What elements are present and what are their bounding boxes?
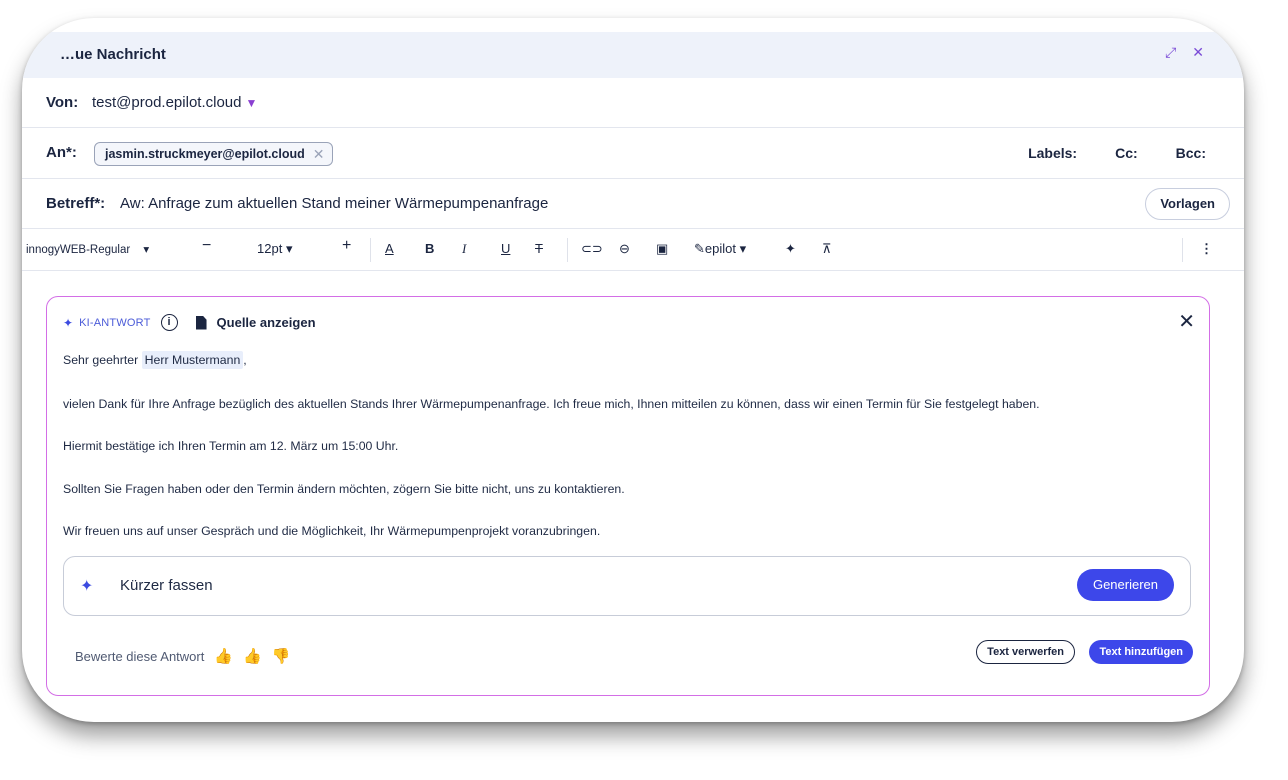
subject-row: Betreff*: Aw: Anfrage zum aktuellen Stan… [22, 179, 1244, 229]
window-title: …ue Nachricht [60, 46, 166, 63]
prompt-input[interactable]: Kürzer fassen [120, 577, 213, 594]
generate-button[interactable]: Generieren [1076, 569, 1174, 601]
greeting-line[interactable]: Sehr geehrter Herr Mustermann, [63, 351, 247, 369]
strikethrough-icon[interactable]: T [535, 241, 543, 257]
sparkle-icon: ✦ [80, 578, 94, 595]
compose-window: …ue Nachricht ⤢ ✕ Von: test@prod.epilot.… [22, 18, 1244, 722]
from-select[interactable]: test@prod.epilot.cloud ▼ [92, 94, 257, 111]
formatting-toolbar: innogyWEB-Regular ▾ − 12pt ▾ + A B I U T… [22, 229, 1244, 271]
cc-link[interactable]: Cc: [1115, 145, 1138, 161]
clear-format-icon[interactable]: ⊼ [822, 241, 832, 257]
close-ai-panel-icon[interactable]: ✕ [1178, 309, 1195, 334]
greeting-prefix: Sehr geehrter [63, 353, 139, 367]
link-icon[interactable]: ⊖ [619, 241, 630, 257]
answer-paragraph[interactable]: Hiermit bestätige ich Ihren Termin am 12… [63, 439, 398, 453]
recipient-chip[interactable]: jasmin.struckmeyer@epilot.cloud ✕ [94, 142, 334, 166]
title-bar [22, 32, 1244, 78]
add-text-button[interactable]: Text hinzufügen [1089, 640, 1193, 664]
discard-text-button[interactable]: Text verwerfen [976, 640, 1075, 664]
subject-field[interactable]: Aw: Anfrage zum aktuellen Stand meiner W… [120, 195, 548, 212]
image-icon[interactable]: ▣ [656, 241, 668, 257]
header-links: Labels: Cc: Bcc: [990, 145, 1206, 161]
increase-size-icon[interactable]: + [342, 238, 351, 254]
caret-down-icon: ▾ [285, 241, 293, 256]
labels-link[interactable]: Labels: [1028, 145, 1077, 161]
ai-answer-panel: ✦ KI-ANTWORT i Quelle anzeigen ✕ Sehr ge… [46, 296, 1210, 696]
font-size-select[interactable]: 12pt ▾ [257, 241, 292, 257]
chevron-down-icon: ▼ [245, 96, 258, 110]
ai-answer-tag: KI-ANTWORT [79, 316, 151, 329]
toolbar-divider [370, 238, 371, 262]
bold-icon[interactable]: B [425, 241, 434, 257]
greeting-name: Herr Mustermann [141, 351, 244, 369]
recipient-email: jasmin.struckmeyer@epilot.cloud [105, 147, 305, 161]
caret-down-icon: ▾ [739, 241, 747, 256]
toolbar-divider [1182, 238, 1183, 262]
toolbar-divider [567, 238, 568, 262]
from-value: test@prod.epilot.cloud [92, 94, 242, 111]
expand-icon[interactable]: ⤢ [1165, 44, 1176, 61]
answer-paragraph[interactable]: Wir freuen uns auf unser Gespräch und di… [63, 524, 600, 538]
font-family-select[interactable]: innogyWEB-Regular ▾ [26, 242, 149, 258]
window-controls: ⤢ ✕ [1165, 44, 1204, 61]
subject-label: Betreff*: [46, 195, 106, 212]
italic-icon[interactable]: I [462, 241, 466, 257]
bcc-link[interactable]: Bcc: [1176, 145, 1206, 161]
decrease-size-icon[interactable]: − [202, 238, 211, 254]
screenshot-stage: …ue Nachricht ⤢ ✕ Von: test@prod.epilot.… [0, 0, 1288, 780]
ai-wand-icon[interactable]: ✦ [785, 241, 796, 257]
more-options-icon[interactable]: ⋮ [1200, 241, 1213, 257]
thumbs-up-icon[interactable]: 👍 [243, 647, 262, 665]
close-icon[interactable]: ✕ [1192, 44, 1204, 61]
rating-row: Bewerte diese Antwort 👍 👍 👎 [75, 647, 290, 665]
sparkle-icon: ✦ [63, 315, 74, 330]
thumbs-down-icon[interactable]: 👎 [272, 647, 291, 665]
rate-label: Bewerte diese Antwort [75, 648, 205, 664]
double-thumbs-up-icon[interactable]: 👍 [214, 647, 233, 665]
signature-value: epilot [704, 241, 736, 256]
signature-select[interactable]: ✎epilot ▾ [694, 241, 746, 257]
info-icon[interactable]: i [160, 314, 178, 331]
show-source-link[interactable]: Quelle anzeigen [217, 315, 316, 330]
remove-recipient-icon[interactable]: ✕ [313, 143, 325, 165]
to-label: An*: [46, 144, 77, 161]
templates-button[interactable]: Vorlagen [1145, 188, 1230, 220]
text-color-icon[interactable]: A [385, 241, 394, 257]
answer-paragraph[interactable]: Sollten Sie Fragen haben oder den Termin… [63, 482, 625, 496]
prompt-input-box[interactable]: ✦ Kürzer fassen Generieren [63, 556, 1191, 616]
greeting-suffix: , [243, 353, 247, 367]
font-size-value: 12pt [257, 241, 283, 256]
answer-paragraph[interactable]: vielen Dank für Ihre Anfrage bezüglich d… [63, 397, 1040, 411]
attach-icon[interactable]: ⊂⊃ [581, 241, 603, 257]
to-row: An*: jasmin.struckmeyer@epilot.cloud ✕ L… [22, 128, 1244, 179]
from-label: Von: [46, 94, 79, 111]
caret-down-icon: ▾ [143, 244, 150, 256]
from-row: Von: test@prod.epilot.cloud ▼ [22, 78, 1244, 128]
document-icon [195, 315, 207, 330]
underline-icon[interactable]: U [501, 241, 510, 257]
ai-answer-header: ✦ KI-ANTWORT i Quelle anzeigen [63, 314, 316, 331]
font-family-value: innogyWEB-Regular [26, 244, 131, 256]
